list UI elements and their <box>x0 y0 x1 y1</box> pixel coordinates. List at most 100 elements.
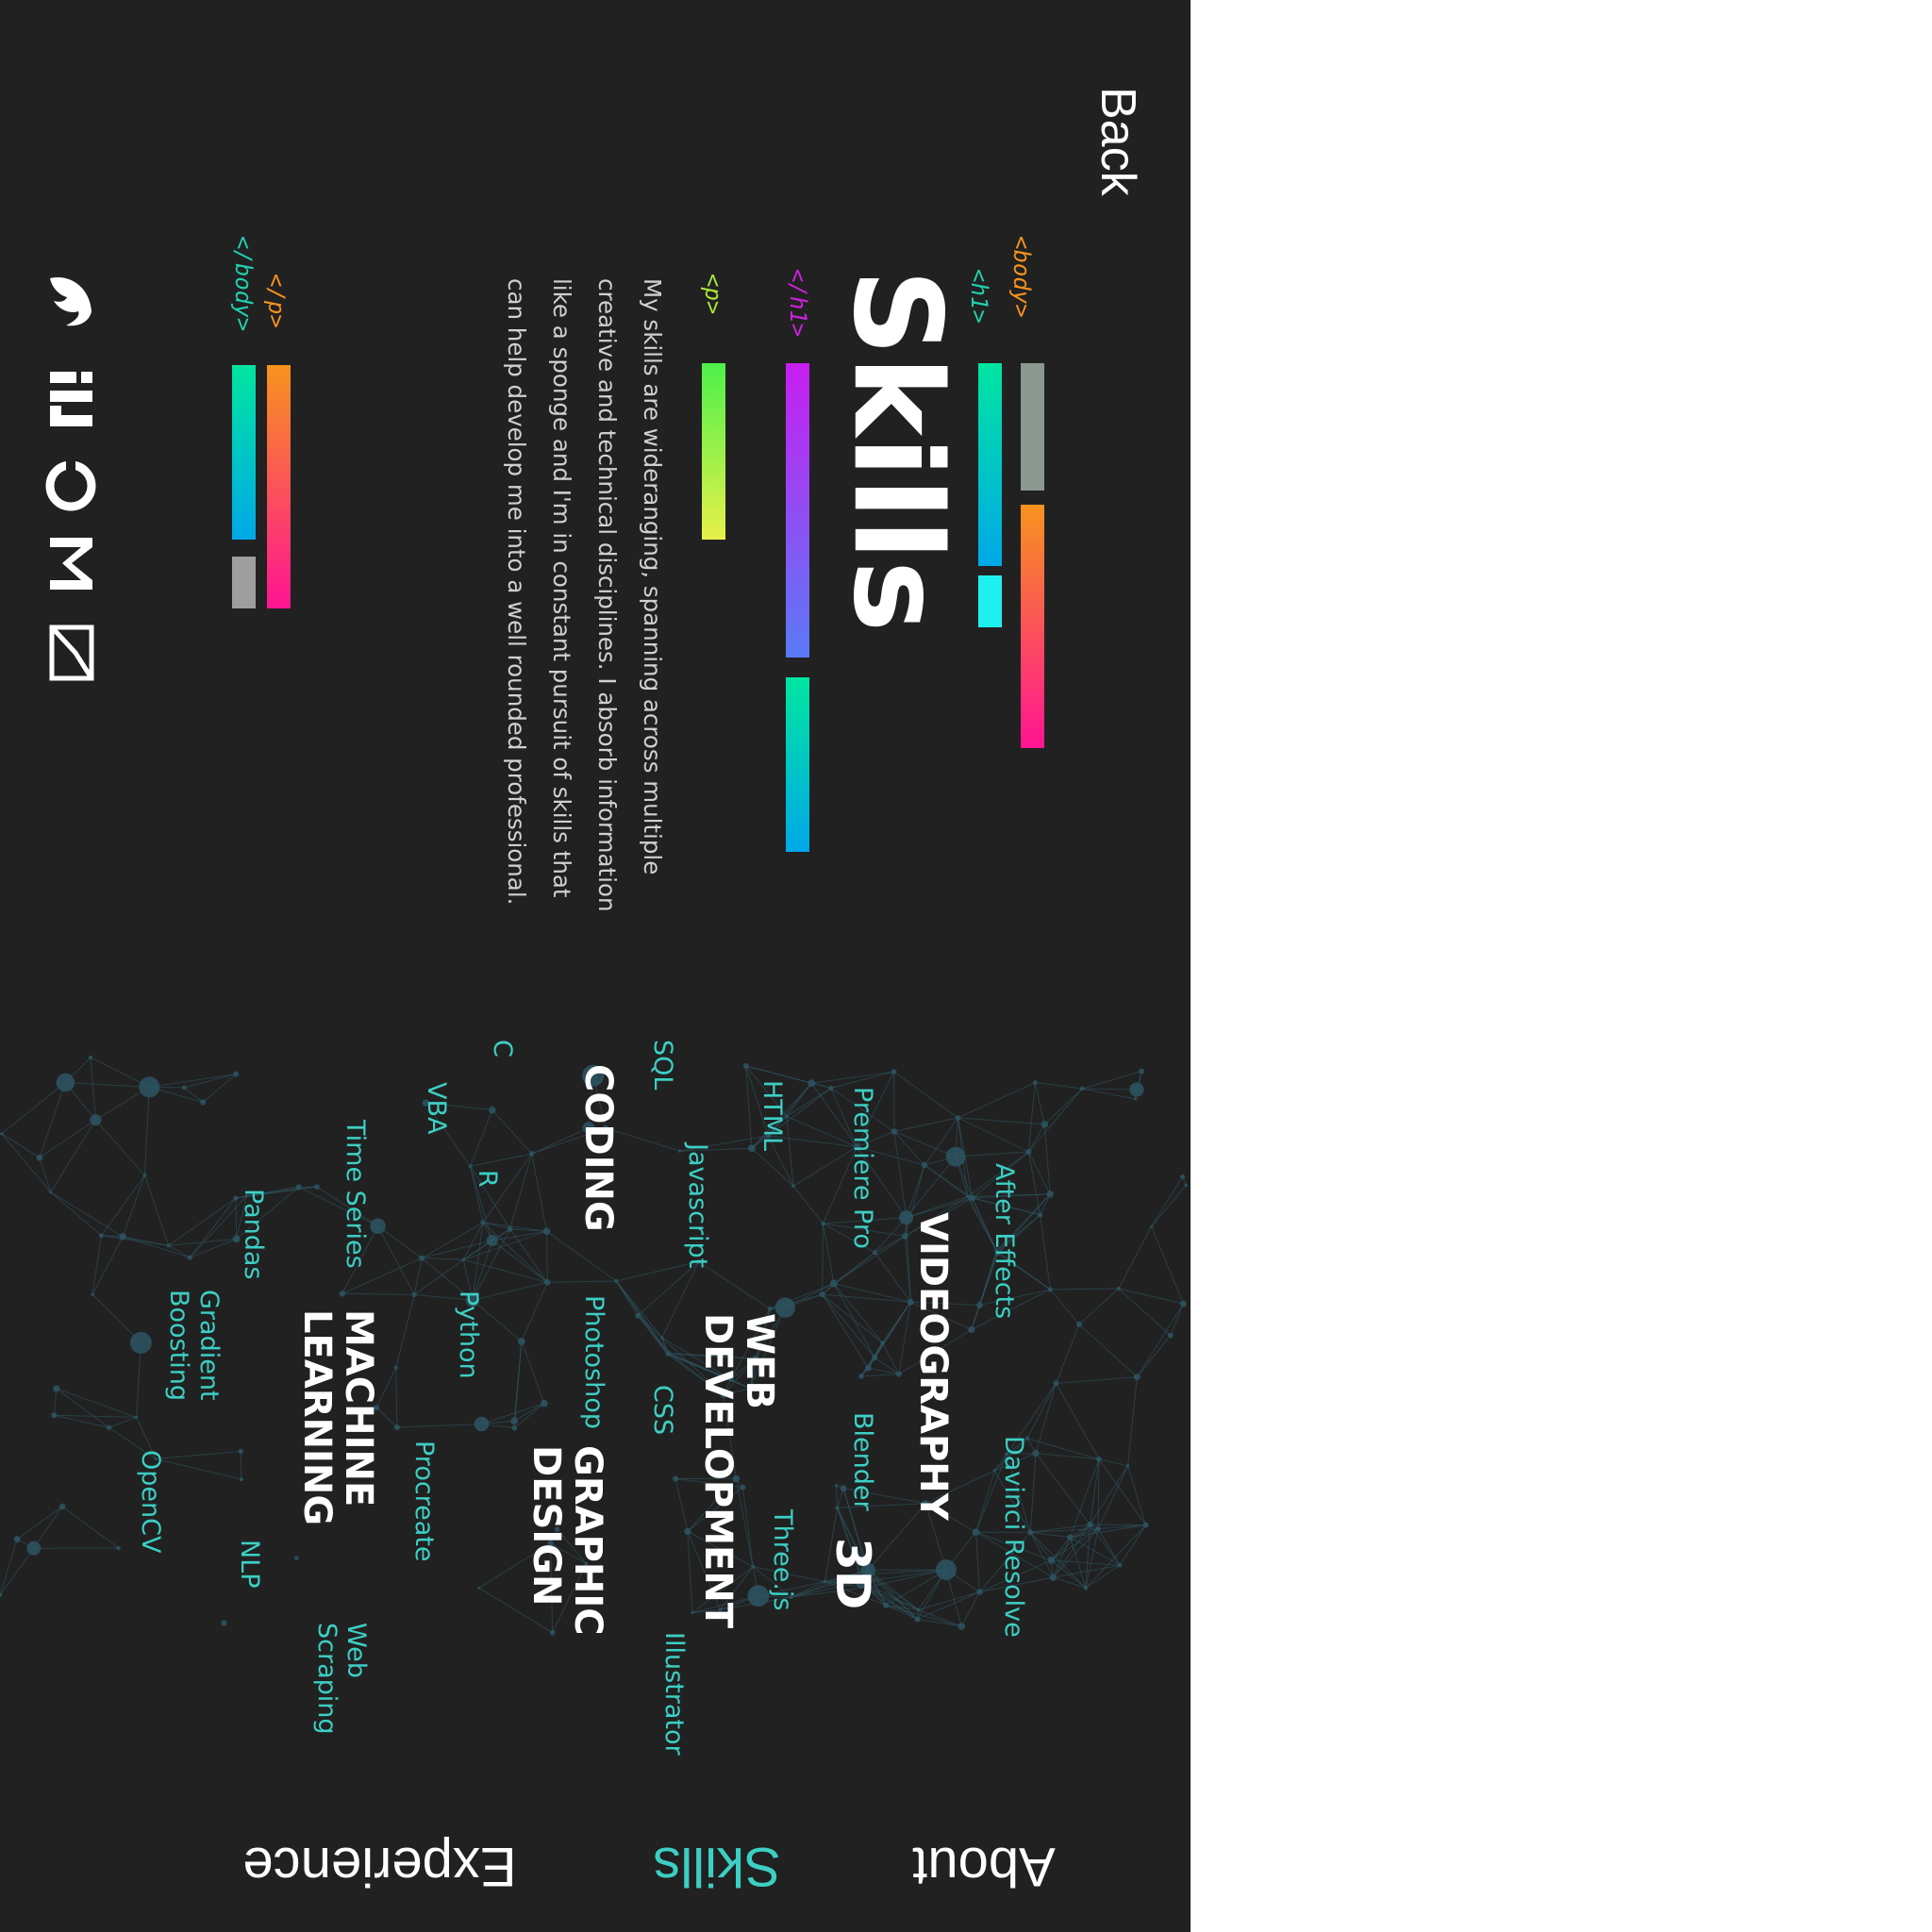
network-node <box>958 1623 966 1630</box>
network-node <box>370 1218 386 1234</box>
nav-skills-link[interactable]: Skills <box>651 1836 783 1897</box>
network-node <box>1184 1183 1189 1188</box>
category-line: DEVELOPMENT <box>696 1313 740 1629</box>
body-close-tag: </body> <box>230 236 257 332</box>
network-link <box>1097 1458 1100 1529</box>
network-node <box>976 1301 984 1308</box>
network-node <box>1180 1174 1186 1179</box>
network-link <box>906 1164 925 1218</box>
network-node <box>13 1536 21 1542</box>
network-link <box>1082 1088 1136 1100</box>
network-link <box>100 1174 145 1237</box>
network-link <box>1085 1524 1146 1589</box>
network-link <box>637 1315 663 1339</box>
skill-html: HTML <box>758 1080 787 1152</box>
network-link <box>1089 1458 1100 1525</box>
twitter-icon[interactable] <box>42 269 99 335</box>
network-link <box>155 1450 242 1459</box>
email-icon[interactable] <box>49 625 94 681</box>
network-link <box>546 1231 548 1283</box>
network-link <box>893 1130 957 1158</box>
category-machine-learning: MACHINE LEARNING <box>295 1309 380 1525</box>
back-link[interactable]: Back <box>1090 87 1146 196</box>
category-videography: VIDEOGRAPHY <box>911 1212 955 1521</box>
network-link <box>413 1257 423 1295</box>
network-node <box>233 1071 240 1077</box>
network-link <box>56 1388 137 1418</box>
network-link <box>136 1342 142 1418</box>
category-coding: CODING <box>576 1064 620 1232</box>
network-node <box>936 1559 957 1581</box>
network-link <box>50 1119 96 1192</box>
network-node <box>1150 1224 1154 1228</box>
network-node <box>677 1149 682 1153</box>
network-link <box>482 1222 547 1232</box>
network-link <box>955 1151 1029 1158</box>
network-node <box>872 1354 878 1361</box>
network-link <box>395 1294 415 1368</box>
network-link <box>637 1260 699 1317</box>
nav-experience-link[interactable]: Experience <box>222 1836 538 1897</box>
network-link <box>1136 1303 1184 1377</box>
network-link <box>377 1225 423 1259</box>
nav-about-link[interactable]: About <box>894 1836 1074 1897</box>
intro-line: can help develop me into a well rounded … <box>503 278 530 906</box>
network-node <box>393 1365 398 1370</box>
skill-illustrator: Illustrator <box>659 1632 689 1756</box>
network-node <box>834 1484 839 1488</box>
network-node <box>541 1399 548 1407</box>
h1-close-tag: </h1> <box>785 269 811 338</box>
network-node <box>528 1151 535 1157</box>
network-link <box>1151 1225 1184 1305</box>
skill-blender: Blender <box>848 1412 877 1511</box>
network-link <box>65 1082 150 1088</box>
linkedin-icon[interactable] <box>45 368 97 429</box>
network-link <box>1090 1465 1128 1525</box>
network-node <box>1083 1585 1089 1591</box>
network-node <box>339 1291 346 1297</box>
network-node <box>26 1541 42 1556</box>
network-node <box>36 1154 43 1161</box>
network-node <box>976 1589 983 1595</box>
network-link <box>822 1293 883 1343</box>
network-link <box>881 1342 900 1374</box>
network-node <box>1041 1121 1049 1128</box>
network-node <box>91 1292 94 1296</box>
network-node <box>666 1350 672 1356</box>
network-link <box>1136 1335 1172 1377</box>
dark-panel: Back <body> <h1> </h1> <p> </p> </body> … <box>0 0 1191 1932</box>
network-node <box>129 1331 152 1354</box>
network-link <box>123 1236 191 1258</box>
network-link <box>898 1302 911 1374</box>
network-node <box>543 1278 551 1286</box>
network-link <box>1035 1453 1091 1525</box>
network-node <box>914 1616 921 1623</box>
github-icon[interactable] <box>45 460 97 512</box>
skill-opencv: OpenCV <box>136 1450 165 1554</box>
deco-bar <box>978 575 1002 627</box>
network-link <box>675 1478 689 1532</box>
category-line: GRAPHIC <box>566 1445 609 1636</box>
network-link <box>39 1082 66 1158</box>
network-link <box>39 1157 52 1192</box>
skill-pandas: Pandas <box>239 1189 268 1280</box>
network-node <box>992 1469 996 1473</box>
network-link <box>918 1591 980 1610</box>
network-node <box>684 1527 691 1536</box>
category-line: DESIGN <box>525 1445 568 1607</box>
network-link <box>917 1591 980 1620</box>
network-node <box>895 1371 902 1377</box>
network-node <box>181 1085 187 1091</box>
network-node <box>1139 1068 1145 1074</box>
network-link <box>514 1403 545 1429</box>
network-node <box>819 1291 825 1298</box>
network-node <box>200 1099 207 1106</box>
network-link <box>1027 1088 1083 1153</box>
deco-bar <box>786 677 809 852</box>
network-node <box>835 1506 840 1510</box>
network-node <box>865 1364 872 1372</box>
network-node <box>880 1341 885 1345</box>
medium-icon[interactable] <box>45 533 97 594</box>
network-node <box>134 1415 139 1420</box>
network-link <box>108 1416 137 1428</box>
